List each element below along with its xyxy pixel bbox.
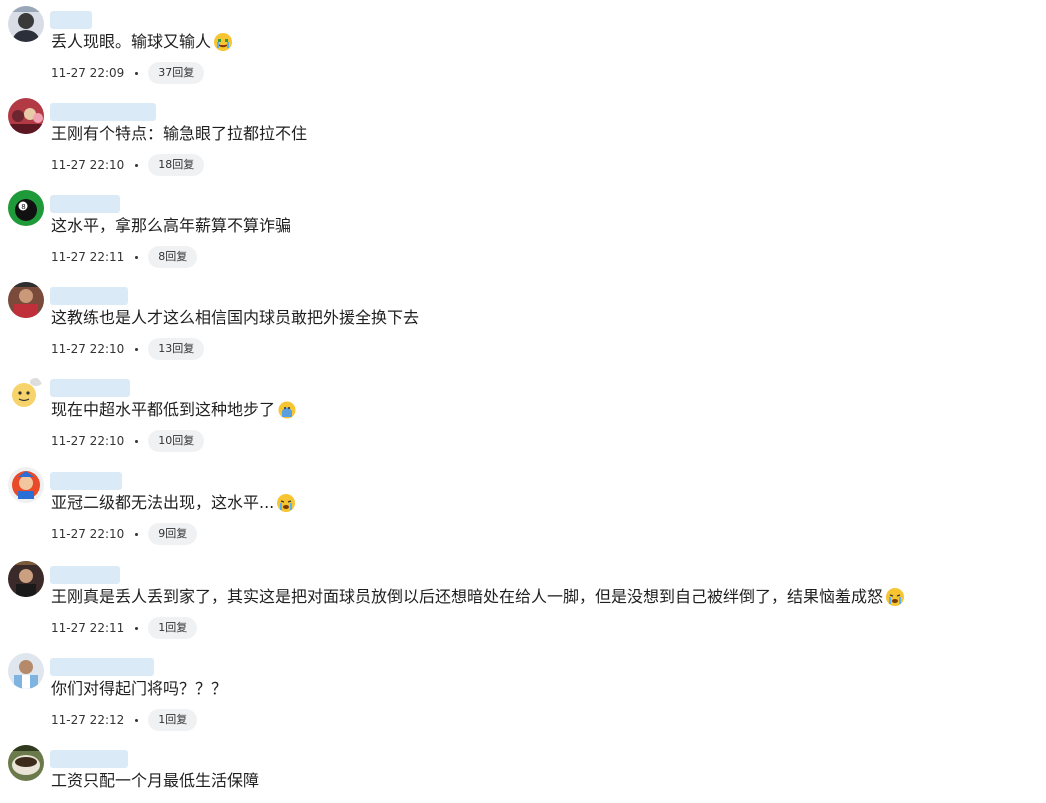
comment-list: 丢人现眼。输球又输人 11-27 22:09 37回复 王刚有个特点：输急眼了拉… [0, 0, 1046, 803]
svg-text:8: 8 [21, 203, 25, 211]
comment-time: 11-27 22:10 [51, 342, 125, 356]
comment-text: 你们对得起门将吗？？？ [51, 679, 228, 698]
comment-text: 这教练也是人才这么相信国内球员敢把外援全换下去 [51, 308, 420, 327]
comment-meta: 11-27 22:09 37回复 [51, 61, 205, 85]
user-avatar[interactable] [8, 653, 44, 689]
comment-meta: 11-27 22:10 18回复 [51, 153, 205, 177]
comment-item: 现在中超水平都低到这种地步了 11-27 22:10 10回复 [0, 374, 1046, 467]
comment-text-row: 工资只配一个月最低生活保障 [51, 769, 259, 793]
comment-item: 王刚有个特点：输急眼了拉都拉不住 11-27 22:10 18回复 [0, 98, 1046, 191]
separator-dot [135, 255, 139, 259]
username-blurred[interactable] [50, 750, 128, 768]
replies-button[interactable]: 13回复 [148, 338, 205, 360]
user-avatar[interactable] [8, 282, 44, 318]
comment-text: 王刚真是丢人丢到家了，其实这是把对面球员放倒以后还想暗处在给人一脚，但是没想到自… [51, 587, 884, 606]
comment-meta: 11-27 22:10 13回复 [51, 337, 205, 361]
comment-meta: 11-27 22:11 1回复 [51, 616, 198, 640]
replies-button[interactable]: 1回复 [148, 709, 198, 731]
comment-text: 王刚有个特点：输急眼了拉都拉不住 [51, 124, 308, 143]
username-blurred[interactable] [50, 195, 120, 213]
comment-text-row: 这水平，拿那么高年薪算不算诈骗 [51, 214, 291, 238]
comment-meta: 11-27 22:11 8回复 [51, 245, 198, 269]
crying-face-icon [885, 587, 905, 607]
comment-text-row: 亚冠二级都无法出现，这水平... [51, 491, 296, 515]
comment-text: 这水平，拿那么高年薪算不算诈骗 [51, 216, 292, 235]
replies-button[interactable]: 18回复 [148, 154, 205, 176]
username-blurred[interactable] [50, 103, 156, 121]
comment-time: 11-27 22:11 [51, 621, 125, 635]
replies-button[interactable]: 9回复 [148, 523, 198, 545]
comment-text-row: 丢人现眼。输球又输人 [51, 30, 233, 54]
comment-text-row: 这教练也是人才这么相信国内球员敢把外援全换下去 [51, 306, 419, 330]
comment-time: 11-27 22:10 [51, 158, 125, 172]
user-avatar[interactable] [8, 745, 44, 781]
separator-dot [135, 532, 139, 536]
replies-button[interactable]: 1回复 [148, 617, 198, 639]
comment-item: 亚冠二级都无法出现，这水平... 11-27 22:10 9回复 [0, 467, 1046, 560]
comment-item: 这教练也是人才这么相信国内球员敢把外援全换下去 11-27 22:10 13回复 [0, 282, 1046, 375]
user-avatar[interactable]: 8 [8, 190, 44, 226]
username-blurred[interactable] [50, 566, 120, 584]
crying-face-icon [276, 493, 296, 513]
separator-dot [135, 163, 139, 167]
comment-item: 丢人现眼。输球又输人 11-27 22:09 37回复 [0, 6, 1046, 99]
comment-item: 8 这水平，拿那么高年薪算不算诈骗 11-27 22:11 8回复 [0, 190, 1046, 283]
comment-text-row: 现在中超水平都低到这种地步了 [51, 398, 297, 422]
separator-dot [135, 626, 139, 630]
comment-time: 11-27 22:09 [51, 66, 125, 80]
comment-time: 11-27 22:10 [51, 434, 125, 448]
comment-time: 11-27 22:11 [51, 250, 125, 264]
comment-meta: 11-27 22:10 10回复 [51, 429, 205, 453]
user-avatar[interactable] [8, 561, 44, 597]
user-avatar[interactable] [8, 467, 44, 503]
comment-time: 11-27 22:10 [51, 527, 125, 541]
comment-text: 工资只配一个月最低生活保障 [51, 771, 260, 790]
user-avatar[interactable] [8, 6, 44, 42]
comment-time: 11-27 22:12 [51, 713, 125, 727]
comment-text-row: 王刚真是丢人丢到家了，其实这是把对面球员放倒以后还想暗处在给人一脚，但是没想到自… [51, 585, 905, 609]
replies-button[interactable]: 8回复 [148, 246, 198, 268]
separator-dot [135, 71, 139, 75]
comment-item: 工资只配一个月最低生活保障 [0, 745, 1046, 803]
comment-meta: 11-27 22:10 9回复 [51, 522, 198, 546]
comment-meta: 11-27 22:12 1回复 [51, 708, 198, 732]
username-blurred[interactable] [50, 11, 92, 29]
separator-dot [135, 439, 139, 443]
replies-button[interactable]: 10回复 [148, 430, 205, 452]
comment-item: 你们对得起门将吗？？？ 11-27 22:12 1回复 [0, 653, 1046, 746]
user-avatar[interactable] [8, 98, 44, 134]
user-avatar[interactable] [8, 374, 44, 410]
face-palm-blue-icon [277, 400, 297, 420]
comment-text: 丢人现眼。输球又输人 [51, 32, 212, 51]
comment-item: 王刚真是丢人丢到家了，其实这是把对面球员放倒以后还想暗处在给人一脚，但是没想到自… [0, 561, 1046, 654]
separator-dot [135, 347, 139, 351]
replies-button[interactable]: 37回复 [148, 62, 205, 84]
username-blurred[interactable] [50, 287, 128, 305]
comment-text: 现在中超水平都低到这种地步了 [51, 400, 276, 419]
comment-text-row: 你们对得起门将吗？？？ [51, 677, 227, 701]
comment-text: 亚冠二级都无法出现，这水平... [51, 493, 275, 512]
username-blurred[interactable] [50, 379, 130, 397]
username-blurred[interactable] [50, 658, 154, 676]
crying-money-face-icon [213, 32, 233, 52]
comment-text-row: 王刚有个特点：输急眼了拉都拉不住 [51, 122, 307, 146]
username-blurred[interactable] [50, 472, 122, 490]
separator-dot [135, 718, 139, 722]
